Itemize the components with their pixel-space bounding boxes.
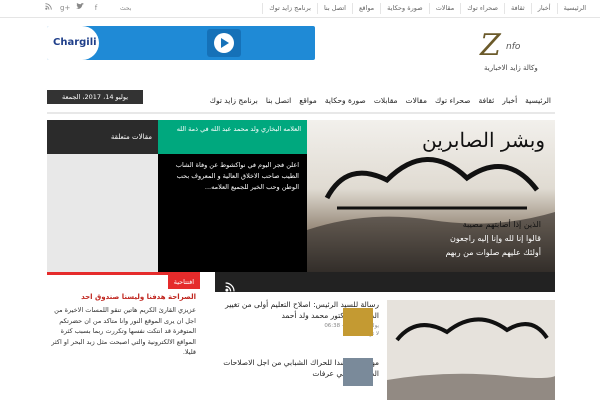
nav-item-interviews[interactable]: مقابلات [370, 90, 402, 112]
logo-subtitle: وكالة زايد الاخبارية [484, 64, 538, 72]
news-section: رسالة للسيد الرئيس: اصلاح التعليم أولى م… [215, 272, 555, 400]
top-nav-item[interactable]: صحراء توك [460, 3, 504, 14]
nav-item-sites[interactable]: مواقع [295, 90, 321, 112]
play-icon [214, 33, 234, 53]
related-body [47, 154, 158, 272]
nav-item-articles[interactable]: مقالات [402, 90, 431, 112]
news-bar [215, 272, 555, 292]
top-nav-item[interactable]: برنامج زايد توك [262, 3, 317, 14]
nav-item-news[interactable]: أخبار [498, 90, 521, 112]
banner-brand: Chargili [53, 37, 97, 48]
top-nav-item[interactable]: الرئيسية [556, 3, 592, 14]
top-nav-item[interactable]: مقالات [428, 3, 461, 14]
main-nav: الرئيسية أخبار ثقافة صحراء توك مقالات مق… [47, 90, 555, 112]
editorial-label[interactable]: افتتاحية [167, 275, 200, 289]
related-title: مقالات متعلقة [47, 120, 158, 154]
banner-ad[interactable]: Chargili [47, 26, 315, 60]
play-button[interactable] [207, 29, 241, 57]
top-bar: g+ f بحث الرئيسية أخبار ثقافة صحراء توك … [0, 0, 600, 18]
nav-item-zayed-talk[interactable]: برنامج زايد توك [206, 90, 262, 112]
featured-image[interactable]: وبشر الصابرين الذين إذا أصابتهم مصيبة قا… [307, 120, 555, 272]
logo-mark: Z [480, 28, 501, 63]
rss-icon[interactable] [225, 277, 235, 296]
search-button[interactable]: بحث [120, 3, 131, 14]
condolence-thumbnail [387, 300, 555, 400]
news-thumbnail[interactable] [343, 308, 373, 336]
nav-item-photo-story[interactable]: صورة وحكاية [321, 90, 370, 112]
top-nav-item[interactable]: مواقع [351, 3, 380, 14]
verse-line-2: قالوا إنا لله وإنا إليه راجعون [449, 234, 541, 243]
slider-panel: العلامه البخاري ولد محمد عبد الله في ذمة… [158, 120, 307, 272]
nav-item-home[interactable]: الرئيسية [521, 90, 555, 112]
nav-item-culture[interactable]: ثقافة [474, 90, 498, 112]
top-nav-item[interactable]: اتصل بنا [316, 3, 352, 14]
top-nav-item[interactable]: أخبار [530, 3, 557, 14]
site-logo[interactable]: Z nfo وكالة زايد الاخبارية [478, 28, 550, 78]
editorial-headline[interactable]: الصراحة هدفنا وليسنا صندوق احد [47, 293, 200, 301]
nav-item-sahara-talk[interactable]: صحراء توك [431, 90, 475, 112]
verse-line-3: أولئك عليهم صلوات من ربهم [445, 248, 541, 257]
related-articles: مقالات متعلقة [47, 120, 158, 272]
social-links: g+ f [44, 3, 100, 14]
top-nav: الرئيسية أخبار ثقافة صحراء توك مقالات صو… [262, 3, 592, 14]
nav-item-contact[interactable]: اتصل بنا [262, 90, 295, 112]
news-featured-image[interactable] [387, 300, 555, 400]
verse-line-1: الذين إذا أصابتهم مصيبة [462, 220, 541, 229]
editorial-text: عزيزي القارئ الكريم هاتين تنقو اللمسات ا… [51, 306, 196, 356]
top-nav-item[interactable]: ثقافة [504, 3, 531, 14]
twitter-icon[interactable] [76, 3, 84, 14]
slider-body[interactable]: اعلن فجر اليوم في نواكشوط عن وفاة الشاب … [158, 156, 307, 197]
slider-caption[interactable]: العلامه البخاري ولد محمد عبد الله في ذمة… [158, 120, 307, 154]
facebook-icon[interactable]: f [92, 3, 100, 14]
rss-icon[interactable] [44, 3, 52, 14]
news-thumbnail[interactable] [343, 358, 373, 386]
logo-suffix: nfo [506, 42, 521, 52]
top-nav-item[interactable]: صورة وحكاية [380, 3, 429, 14]
editorial-box: افتتاحية الصراحة هدفنا وليسنا صندوق احد … [47, 272, 200, 400]
google-plus-icon[interactable]: g+ [60, 3, 70, 14]
nav-divider [47, 112, 555, 114]
verse-title: وبشر الصابرين [422, 128, 545, 152]
